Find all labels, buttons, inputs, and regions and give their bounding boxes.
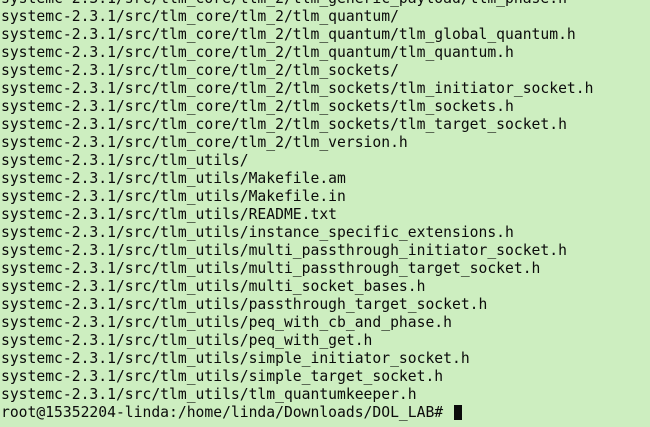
output-line: systemc-2.3.1/src/tlm_utils/multi_passth… [1,242,567,259]
output-line: systemc-2.3.1/src/tlm_utils/multi_passth… [1,260,541,277]
shell-prompt: root@15352204-linda:/home/linda/Download… [1,404,452,421]
output-line: systemc-2.3.1/src/tlm_core/tlm_2/tlm_soc… [1,116,567,133]
output-line: systemc-2.3.1/src/tlm_utils/peq_with_cb_… [1,314,452,331]
output-line: systemc-2.3.1/src/tlm_utils/passthrough_… [1,296,488,313]
terminal-window[interactable]: systemc-2.3.1/src/tlm_core/tlm_2/tlm_gen… [0,0,650,427]
output-line: systemc-2.3.1/src/tlm_utils/simple_initi… [1,350,470,367]
text-cursor [453,405,462,420]
output-line: systemc-2.3.1/src/tlm_utils/Makefile.in [1,188,346,205]
output-line: systemc-2.3.1/src/tlm_core/tlm_2/tlm_soc… [1,80,594,97]
output-line: systemc-2.3.1/src/tlm_core/tlm_2/tlm_gen… [1,0,650,8]
output-line: systemc-2.3.1/src/tlm_core/tlm_2/tlm_soc… [1,98,514,115]
output-line: systemc-2.3.1/src/tlm_core/tlm_2/tlm_ver… [1,134,408,151]
output-line: systemc-2.3.1/src/tlm_core/tlm_2/tlm_qua… [1,8,399,25]
terminal-output: systemc-2.3.1/src/tlm_core/tlm_2/tlm_gen… [1,0,650,422]
prompt-line[interactable]: root@15352204-linda:/home/linda/Download… [1,404,650,422]
output-line: systemc-2.3.1/src/tlm_core/tlm_2/tlm_qua… [1,26,576,43]
output-line: systemc-2.3.1/src/tlm_core/tlm_2/tlm_qua… [1,44,514,61]
output-line: systemc-2.3.1/src/tlm_utils/simple_targe… [1,368,444,385]
output-line: systemc-2.3.1/src/tlm_utils/instance_spe… [1,224,514,241]
output-line: systemc-2.3.1/src/tlm_utils/Makefile.am [1,170,346,187]
output-line: systemc-2.3.1/src/tlm_utils/ [1,152,249,169]
output-line: systemc-2.3.1/src/tlm_utils/tlm_quantumk… [1,386,417,403]
output-line: systemc-2.3.1/src/tlm_utils/README.txt [1,206,338,223]
output-line: systemc-2.3.1/src/tlm_utils/peq_with_get… [1,332,373,349]
output-line: systemc-2.3.1/src/tlm_utils/multi_socket… [1,278,426,295]
output-line: systemc-2.3.1/src/tlm_core/tlm_2/tlm_soc… [1,62,399,79]
